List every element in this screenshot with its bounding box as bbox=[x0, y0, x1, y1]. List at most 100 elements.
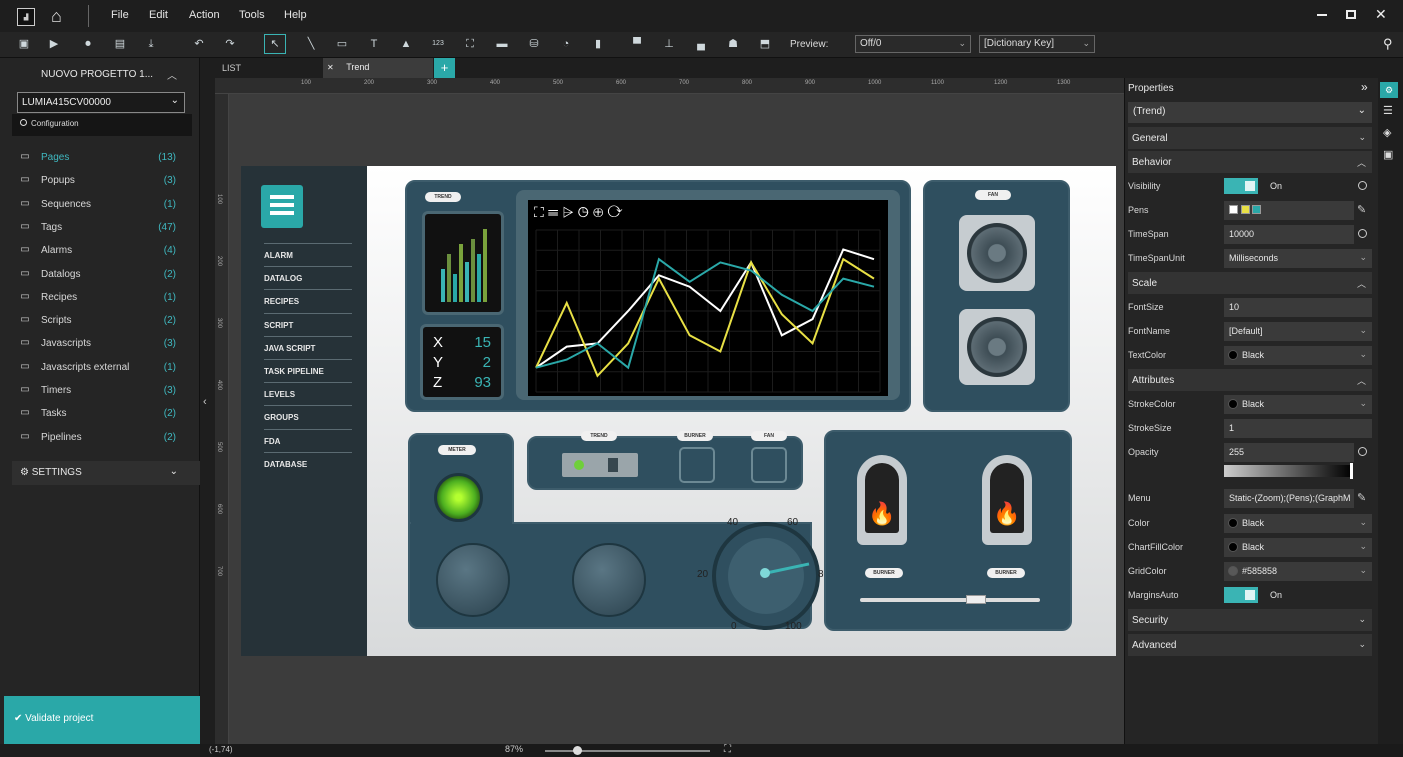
device-select[interactable]: LUMIA415CV00000 ⌄ bbox=[17, 92, 185, 113]
color-select[interactable]: Black ⌄ bbox=[1224, 514, 1372, 533]
search-icon[interactable]: ⚲ bbox=[1383, 36, 1393, 52]
resources-tab-icon[interactable]: ▣ bbox=[1383, 148, 1393, 161]
section-scale[interactable]: Scale ︿ bbox=[1128, 272, 1372, 294]
frame-tool-icon[interactable]: ⛶ bbox=[462, 37, 478, 51]
menu-edit[interactable]: Edit bbox=[149, 9, 168, 21]
nav-item[interactable]: ▭ Popups (3) bbox=[12, 169, 190, 191]
collapse-panel-icon[interactable]: » bbox=[1361, 80, 1368, 94]
project-title[interactable]: NUOVO PROGETTO 1... bbox=[41, 69, 153, 80]
zoom-slider-track[interactable] bbox=[545, 750, 710, 752]
restore-icon[interactable] bbox=[1346, 10, 1356, 19]
slider-tool-icon[interactable]: ▬ bbox=[494, 37, 510, 51]
hmi-menu-link[interactable]: JAVA SCRIPT bbox=[264, 335, 352, 358]
nav-item[interactable]: ▭ Pipelines (2) bbox=[12, 426, 190, 448]
chevron-up-icon[interactable]: ︿ bbox=[167, 67, 177, 82]
nav-item[interactable]: ▭ Javascripts (3) bbox=[12, 332, 190, 354]
timespan-input[interactable]: 10000 bbox=[1224, 225, 1354, 244]
indicator-box[interactable] bbox=[751, 447, 787, 483]
select-tool-icon[interactable]: ↖ bbox=[264, 34, 286, 54]
dictionary-key-select[interactable]: [Dictionary Key] ⌄ bbox=[979, 35, 1095, 53]
configuration-item[interactable]: Configuration bbox=[12, 114, 192, 136]
hmi-menu-link[interactable]: ALARM bbox=[264, 243, 352, 265]
fontsize-input[interactable]: 10 bbox=[1224, 298, 1372, 317]
nav-item[interactable]: ▭ Alarms (4) bbox=[12, 239, 190, 261]
menu-tools[interactable]: Tools bbox=[239, 9, 265, 21]
section-security[interactable]: Security ⌄ bbox=[1128, 609, 1372, 631]
menu-input[interactable]: Static-(Zoom);(Pens);(GraphM bbox=[1224, 489, 1354, 508]
section-behavior[interactable]: Behavior ︿ bbox=[1128, 151, 1372, 173]
slider-track[interactable] bbox=[860, 598, 1040, 602]
gauge-dial[interactable] bbox=[712, 522, 820, 630]
slider-thumb[interactable] bbox=[966, 595, 986, 604]
save-icon[interactable]: ▣ bbox=[16, 37, 32, 51]
minimize-icon[interactable] bbox=[1317, 14, 1327, 16]
download-icon[interactable]: ⤓ bbox=[143, 37, 159, 51]
rectangle-tool-icon[interactable]: ▭ bbox=[334, 37, 350, 51]
bring-front-icon[interactable]: ⬒ bbox=[757, 37, 773, 51]
close-icon[interactable]: ✕ bbox=[1375, 6, 1387, 23]
nav-item[interactable]: ▭ Datalogs (2) bbox=[12, 263, 190, 285]
indicator-box[interactable] bbox=[679, 447, 715, 483]
tab-list[interactable]: LIST bbox=[218, 59, 322, 78]
timespanunit-select[interactable]: Milliseconds ⌄ bbox=[1224, 249, 1372, 268]
image-tool-icon[interactable]: ▲ bbox=[398, 37, 414, 51]
hmi-menu-link[interactable]: TASK PIPELINE bbox=[264, 359, 352, 381]
widget-tool-icon[interactable]: ▮ bbox=[590, 37, 606, 51]
text-tool-icon[interactable]: T bbox=[366, 37, 382, 51]
zoom-slider-thumb[interactable] bbox=[573, 746, 582, 755]
align-center-icon[interactable]: ⊥ bbox=[661, 37, 677, 51]
trend-chart[interactable]: ⛶☰⩥◷⊕⟳ bbox=[528, 200, 888, 396]
opacity-slider-thumb[interactable] bbox=[1350, 463, 1353, 479]
layers-tab-icon[interactable]: ◈ bbox=[1383, 126, 1391, 139]
properties-tab-icon[interactable]: ⚙ bbox=[1380, 82, 1398, 98]
tab-close-icon[interactable]: ✕ bbox=[327, 63, 334, 72]
nav-item[interactable]: ▭ Tags (47) bbox=[12, 216, 190, 238]
strokesize-input[interactable]: 1 bbox=[1224, 419, 1372, 438]
reset-icon[interactable] bbox=[1358, 447, 1367, 456]
play-icon[interactable]: ▶ bbox=[46, 37, 62, 51]
hmi-menu-link[interactable]: GROUPS bbox=[264, 405, 352, 427]
undo-icon[interactable]: ↶ bbox=[191, 37, 207, 51]
validate-project-button[interactable]: ✔ Validate project bbox=[4, 696, 200, 744]
gridcolor-select[interactable]: #585858 ⌄ bbox=[1224, 562, 1372, 581]
toggle-switch[interactable] bbox=[562, 453, 638, 477]
object-select[interactable]: (Trend) ⌄ bbox=[1128, 102, 1372, 123]
opacity-input[interactable]: 255 bbox=[1224, 443, 1354, 462]
menu-help[interactable]: Help bbox=[284, 9, 307, 21]
rotary-knob[interactable] bbox=[572, 543, 646, 617]
nav-item[interactable]: ▭ Recipes (1) bbox=[12, 286, 190, 308]
edit-pencil-icon[interactable]: ✎ bbox=[1357, 491, 1366, 504]
tab-trend[interactable]: ✕ Trend bbox=[323, 58, 433, 78]
fontname-select[interactable]: [Default] ⌄ bbox=[1224, 322, 1372, 341]
nav-item[interactable]: ▭ Javascripts external (1) bbox=[12, 356, 190, 378]
section-attributes[interactable]: Attributes ︿ bbox=[1128, 369, 1372, 391]
add-tab-button[interactable]: + bbox=[434, 58, 455, 78]
home-icon[interactable]: ⌂ bbox=[51, 6, 62, 27]
visibility-toggle[interactable] bbox=[1224, 178, 1258, 194]
redo-icon[interactable]: ↷ bbox=[222, 37, 238, 51]
nav-item[interactable]: ▭ Tasks (2) bbox=[12, 402, 190, 424]
fit-screen-icon[interactable]: ⛶ bbox=[724, 744, 731, 755]
hmi-menu-link[interactable]: LEVELS bbox=[264, 382, 352, 404]
align-top-icon[interactable]: ▀ bbox=[629, 37, 645, 51]
pens-value[interactable] bbox=[1224, 201, 1354, 220]
edit-pencil-icon[interactable]: ✎ bbox=[1357, 203, 1366, 216]
group-icon[interactable]: ☗ bbox=[725, 37, 741, 51]
fan-icon[interactable] bbox=[959, 215, 1035, 291]
menu-file[interactable]: File bbox=[111, 9, 129, 21]
collapse-left-icon[interactable]: ‹ bbox=[203, 396, 207, 408]
hmi-menu-link[interactable]: DATABASE bbox=[264, 451, 352, 474]
build-icon[interactable]: ▤ bbox=[112, 37, 128, 51]
line-tool-icon[interactable]: ╲ bbox=[303, 37, 319, 51]
hmi-menu-link[interactable]: RECIPES bbox=[264, 289, 352, 311]
hmi-menu-link[interactable]: FDA bbox=[264, 428, 352, 451]
numeric-tool-icon[interactable]: 123 bbox=[428, 37, 448, 51]
hamburger-menu-icon[interactable] bbox=[261, 185, 303, 228]
rotary-knob[interactable] bbox=[436, 543, 510, 617]
nav-item[interactable]: ▭ Pages (13) bbox=[12, 146, 190, 168]
nav-item[interactable]: ▭ Scripts (2) bbox=[12, 309, 190, 331]
settings-section[interactable]: ⚙ SETTINGS ⌄ bbox=[12, 461, 200, 485]
fan-icon[interactable] bbox=[959, 309, 1035, 385]
section-general[interactable]: General ⌄ bbox=[1128, 127, 1372, 149]
textcolor-select[interactable]: Black ⌄ bbox=[1224, 346, 1372, 365]
